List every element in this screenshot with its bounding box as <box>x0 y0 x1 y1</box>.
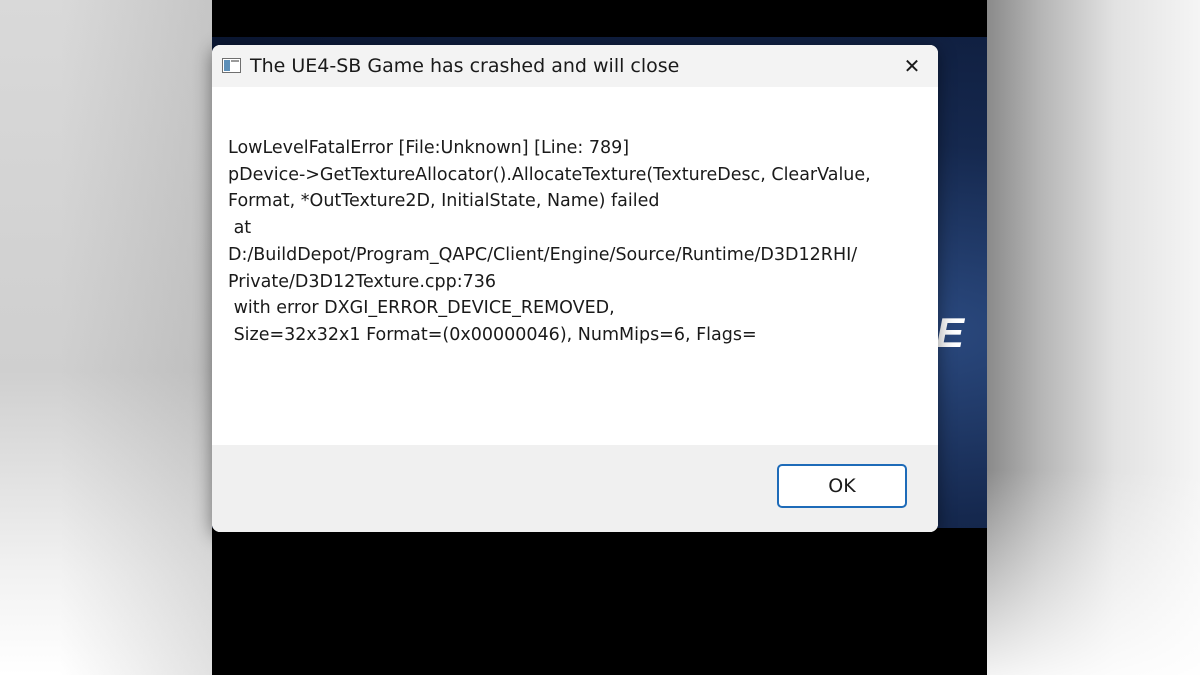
error-message: LowLevelFatalError [File:Unknown] [Line:… <box>228 135 928 349</box>
close-button[interactable]: ✕ <box>892 51 932 81</box>
message-line: Format, *OutTexture2D, InitialState, Nam… <box>228 191 660 212</box>
message-line: Size=32x32x1 Format=(0x00000046), NumMip… <box>228 324 757 345</box>
message-line: D:/BuildDepot/Program_QAPC/Client/Engine… <box>228 244 858 265</box>
message-line: pDevice->GetTextureAllocator().AllocateT… <box>228 164 871 185</box>
dialog-body: LowLevelFatalError [File:Unknown] [Line:… <box>212 87 938 445</box>
blurred-background-left <box>0 0 212 675</box>
dialog-title: The UE4-SB Game has crashed and will clo… <box>250 55 680 77</box>
message-line: at <box>228 218 252 239</box>
dialog-titlebar: The UE4-SB Game has crashed and will clo… <box>212 45 938 87</box>
application-window-icon <box>222 58 241 73</box>
ok-button[interactable]: OK <box>777 464 907 508</box>
blurred-background-right <box>987 0 1200 675</box>
close-icon: ✕ <box>903 54 921 78</box>
message-line: LowLevelFatalError [File:Unknown] [Line:… <box>228 138 630 158</box>
message-line: Private/D3D12Texture.cpp:736 <box>228 271 497 292</box>
game-logo-fragment: E <box>936 309 964 356</box>
crash-dialog: The UE4-SB Game has crashed and will clo… <box>212 45 938 532</box>
message-line: with error DXGI_ERROR_DEVICE_REMOVED, <box>228 298 615 319</box>
dialog-footer: OK <box>212 445 938 532</box>
